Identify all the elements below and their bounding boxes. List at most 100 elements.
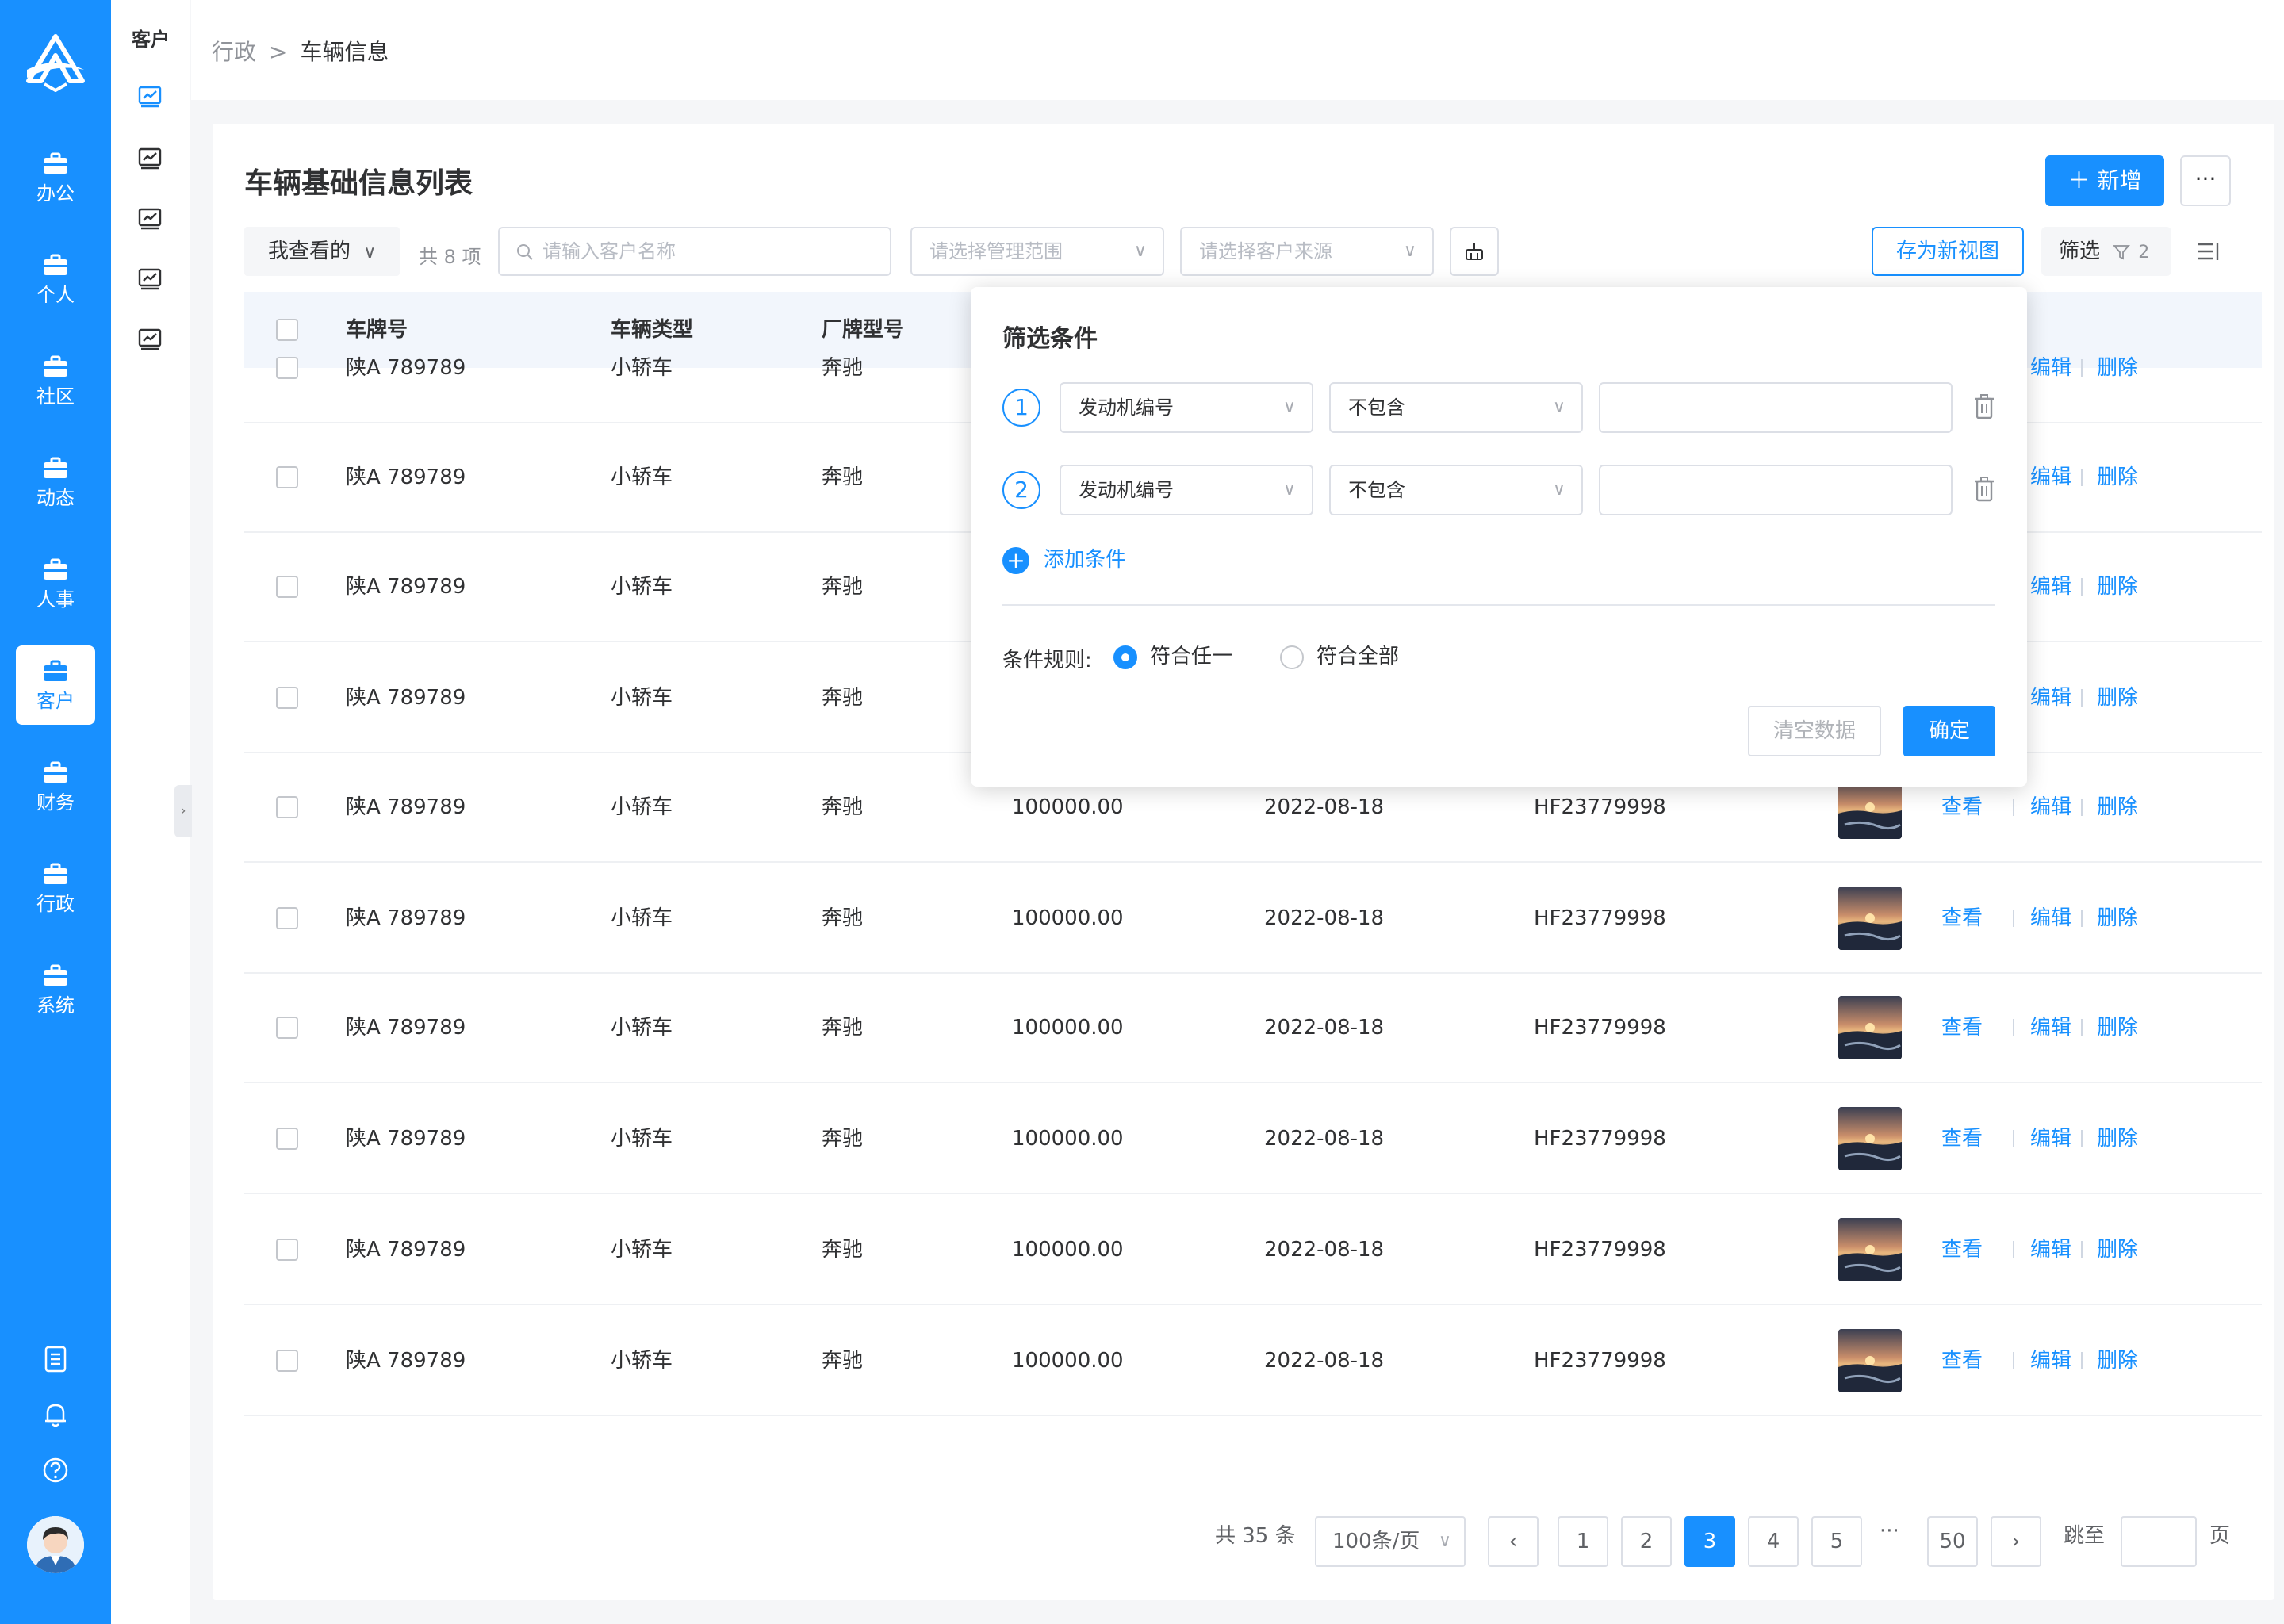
column-settings-icon[interactable] [2195,238,2222,265]
edit-link[interactable]: 编辑 [2030,531,2071,642]
trash-icon[interactable] [1972,476,1997,503]
nav-item-5[interactable]: 客户 [16,645,95,725]
page-5[interactable]: 5 [1811,1516,1862,1567]
delete-link[interactable]: 删除 [2097,531,2138,642]
chart-icon[interactable] [138,86,162,108]
delete-link[interactable]: 删除 [2097,312,2138,423]
rule-all-radio[interactable]: 符合全部 [1280,644,1399,669]
condition-value-input[interactable] [1599,465,1953,515]
condition-operator-select[interactable]: 不包含 ∨ [1329,465,1583,515]
delete-link[interactable]: 删除 [2097,642,2138,753]
table-row[interactable]: 陕A 789789 小轿车 奔驰 100000.00 2022-08-18 HF23779… [244,972,2262,1083]
prev-page-button[interactable]: ‹ [1488,1516,1539,1567]
vehicle-thumbnail[interactable] [1838,1218,1902,1281]
view-link[interactable]: 查看 [1941,972,1983,1083]
row-checkbox[interactable] [276,907,298,929]
breadcrumb-parent[interactable]: 行政 [212,39,256,65]
bell-icon[interactable] [41,1400,70,1429]
condition-field-select[interactable]: 发动机编号 ∨ [1060,465,1313,515]
delete-link[interactable]: 删除 [2097,1083,2138,1194]
next-page-button[interactable]: › [1991,1516,2041,1567]
trash-icon[interactable] [1972,393,1997,420]
source-select[interactable]: 请选择客户来源 ∨ [1180,227,1434,276]
view-link[interactable]: 查看 [1941,1194,1983,1305]
delete-link[interactable]: 删除 [2097,1305,2138,1416]
chart-icon[interactable] [138,208,162,230]
edit-link[interactable]: 编辑 [2030,972,2071,1083]
delete-link[interactable]: 删除 [2097,972,2138,1083]
view-link[interactable]: 查看 [1941,1305,1983,1416]
page-3[interactable]: 3 [1684,1516,1735,1567]
view-link[interactable]: 查看 [1941,1083,1983,1194]
nav-item-0[interactable]: 办公 [16,138,95,217]
delete-link[interactable]: 删除 [2097,863,2138,974]
edit-link[interactable]: 编辑 [2030,1305,2071,1416]
search-input[interactable]: 请输入客户名称 [498,227,891,276]
range-select[interactable]: 请选择管理范围 ∨ [910,227,1164,276]
page-last[interactable]: 50 [1927,1516,1978,1567]
edit-link[interactable]: 编辑 [2030,863,2071,974]
nav-item-1[interactable]: 个人 [16,239,95,319]
pagination-ellipsis[interactable]: ··· [1880,1519,1899,1543]
nav-item-8[interactable]: 系统 [16,950,95,1029]
row-checkbox[interactable] [276,1350,298,1372]
page-size-select[interactable]: 100条/页 ∨ [1315,1516,1466,1567]
clear-filter-button[interactable] [1450,227,1499,276]
delete-link[interactable]: 删除 [2097,422,2138,533]
row-checkbox[interactable] [276,357,298,379]
collapse-handle[interactable]: › [174,785,192,837]
vehicle-thumbnail[interactable] [1838,996,1902,1059]
condition-value-input[interactable] [1599,382,1953,433]
jump-input[interactable] [2121,1516,2197,1567]
page-2[interactable]: 2 [1621,1516,1672,1567]
save-view-button[interactable]: 存为新视图 [1872,227,2024,276]
row-checkbox[interactable] [276,687,298,709]
help-icon[interactable] [41,1456,70,1484]
add-condition-button[interactable]: + 添加条件 [1002,546,1126,574]
delete-link[interactable]: 删除 [2097,752,2138,863]
edit-link[interactable]: 编辑 [2030,642,2071,753]
row-checkbox[interactable] [276,466,298,488]
avatar[interactable] [27,1516,84,1573]
edit-link[interactable]: 编辑 [2030,752,2071,863]
vehicle-thumbnail[interactable] [1838,1107,1902,1170]
nav-item-6[interactable]: 财务 [16,747,95,826]
page-1[interactable]: 1 [1558,1516,1608,1567]
nav-item-7[interactable]: 行政 [16,848,95,928]
table-row[interactable]: 陕A 789789 小轿车 奔驰 100000.00 2022-08-18 HF23779… [244,863,2262,974]
scope-dropdown[interactable]: 我查看的 ∨ [244,227,400,276]
more-button[interactable]: ··· [2180,155,2231,206]
rule-any-radio[interactable]: 符合任一 [1113,644,1232,669]
edit-link[interactable]: 编辑 [2030,1083,2071,1194]
nav-item-2[interactable]: 社区 [16,341,95,420]
nav-item-4[interactable]: 人事 [16,544,95,623]
row-checkbox[interactable] [276,796,298,818]
new-button[interactable]: ＋ 新增 [2045,155,2164,206]
delete-link[interactable]: 删除 [2097,1194,2138,1305]
row-checkbox[interactable] [276,576,298,598]
vehicle-thumbnail[interactable] [1838,1329,1902,1392]
edit-link[interactable]: 编辑 [2030,1194,2071,1305]
chart-icon[interactable] [138,147,162,170]
chart-icon[interactable] [138,328,162,350]
condition-operator-select[interactable]: 不包含 ∨ [1329,382,1583,433]
table-row[interactable]: 陕A 789789 小轿车 奔驰 100000.00 2022-08-18 HF23779… [244,1305,2262,1416]
view-link[interactable]: 查看 [1941,863,1983,974]
page-4[interactable]: 4 [1748,1516,1799,1567]
edit-link[interactable]: 编辑 [2030,422,2071,533]
chart-icon[interactable] [138,268,162,290]
logo-icon[interactable] [21,32,90,92]
table-row[interactable]: 陕A 789789 小轿车 奔驰 100000.00 2022-08-18 HF23779… [244,1083,2262,1194]
nav-item-3[interactable]: 动态 [16,442,95,522]
notebook-icon[interactable] [41,1345,70,1373]
table-row[interactable]: 陕A 789789 小轿车 奔驰 100000.00 2022-08-18 HF23779… [244,1194,2262,1305]
vehicle-thumbnail[interactable] [1838,887,1902,950]
condition-field-select[interactable]: 发动机编号 ∨ [1060,382,1313,433]
filter-button[interactable]: 筛选 2 [2041,227,2171,276]
edit-link[interactable]: 编辑 [2030,312,2071,423]
confirm-button[interactable]: 确定 [1903,706,1995,756]
row-checkbox[interactable] [276,1239,298,1261]
row-checkbox[interactable] [276,1017,298,1039]
clear-data-button[interactable]: 清空数据 [1748,706,1881,756]
row-checkbox[interactable] [276,1128,298,1150]
